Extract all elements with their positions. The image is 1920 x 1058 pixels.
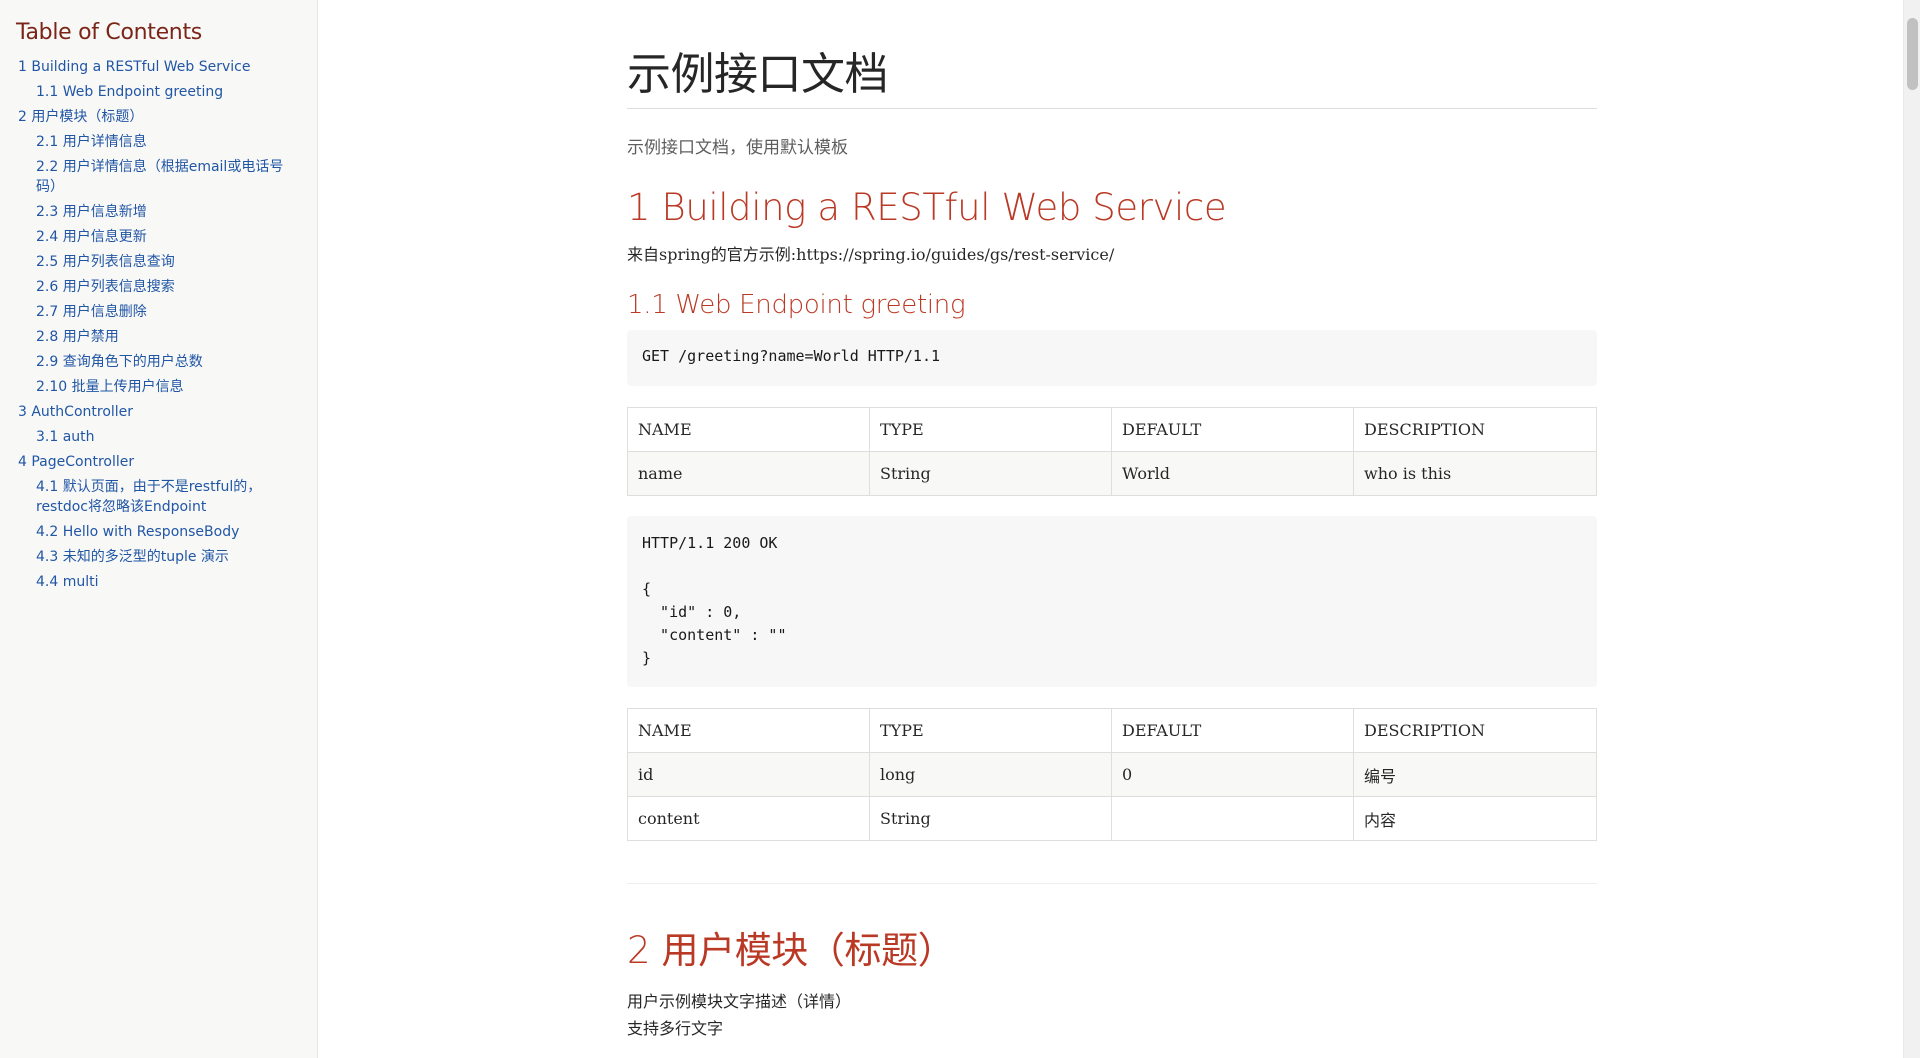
toc-link[interactable]: 2.7 用户信息删除 [16,302,301,322]
response-code-block: HTTP/1.1 200 OK { "id" : 0, "content" : … [627,516,1597,687]
section-1-description: 来自spring的官方示例:https://spring.io/guides/g… [627,245,1115,264]
toc-link[interactable]: 2.2 用户详情信息（根据email或电话号码） [16,157,301,197]
toc-link[interactable]: 3 AuthController [16,402,301,422]
toc-link[interactable]: 2.3 用户信息新增 [16,202,301,222]
page-subtitle: 示例接口文档，使用默认模板 [627,138,848,158]
table-cell: 内容 [1353,796,1597,841]
request-params-table: NAME TYPE DEFAULT DESCRIPTION name Strin… [627,407,1597,496]
toc-link[interactable]: 2.5 用户列表信息查询 [16,252,301,272]
toc-link[interactable]: 4.1 默认页面，由于不是restful的，restdoc将忽略该Endpoin… [16,477,301,517]
request-code-block: GET /greeting?name=World HTTP/1.1 [627,330,1597,386]
toc-link[interactable]: 2.6 用户列表信息搜索 [16,277,301,297]
table-cell: content [627,796,870,841]
table-cell: World [1111,451,1354,496]
toc-link[interactable]: 2 用户模块（标题） [16,107,301,127]
column-header: NAME [627,708,870,753]
table-cell: id [627,752,870,797]
vertical-scrollbar[interactable] [1903,0,1920,1058]
toc-link[interactable]: 4.4 multi [16,572,301,592]
response-fields-table: NAME TYPE DEFAULT DESCRIPTION id long 0 … [627,708,1597,841]
toc-link[interactable]: 2.9 查询角色下的用户总数 [16,352,301,372]
section-1-heading: 1 Building a RESTful Web Service [627,186,1227,229]
table-cell: name [627,451,870,496]
table-row: content String 内容 [627,796,1597,841]
table-cell: String [869,451,1112,496]
table-header-row: NAME TYPE DEFAULT DESCRIPTION [627,708,1597,753]
toc-title: Table of Contents [16,20,202,45]
toc-list: 1 Building a RESTful Web Service 1.1 Web… [16,57,301,592]
table-row: id long 0 编号 [627,752,1597,797]
toc-link[interactable]: 4 PageController [16,452,301,472]
table-cell: long [869,752,1112,797]
section-2-heading: 2 用户模块（标题） [627,929,955,972]
toc-link[interactable]: 4.3 未知的多泛型的tuple 演示 [16,547,301,567]
section-1-1-heading: 1.1 Web Endpoint greeting [627,290,966,320]
toc-link[interactable]: 2.1 用户详情信息 [16,132,301,152]
table-cell: 编号 [1353,752,1597,797]
toc-link[interactable]: 1.1 Web Endpoint greeting [16,82,301,102]
column-header: DESCRIPTION [1353,708,1597,753]
column-header: NAME [627,407,870,452]
table-of-contents: Table of Contents 1 Building a RESTful W… [0,0,318,1058]
toc-link[interactable]: 2.8 用户禁用 [16,327,301,347]
column-header: TYPE [869,708,1112,753]
column-header: DEFAULT [1111,407,1354,452]
column-header: DEFAULT [1111,708,1354,753]
table-cell: String [869,796,1112,841]
section-divider [627,883,1597,884]
table-cell: 0 [1111,752,1354,797]
column-header: DESCRIPTION [1353,407,1597,452]
section-2-description-line-2: 支持多行文字 [627,1019,724,1038]
table-cell [1111,796,1354,841]
toc-link[interactable]: 2.4 用户信息更新 [16,227,301,247]
section-2-description-line-1: 用户示例模块文字描述（详情） [627,992,852,1011]
toc-link[interactable]: 2.10 批量上传用户信息 [16,377,301,397]
toc-link[interactable]: 3.1 auth [16,427,301,447]
page-title: 示例接口文档 [627,0,1597,109]
table-header-row: NAME TYPE DEFAULT DESCRIPTION [627,407,1597,452]
toc-link[interactable]: 4.2 Hello with ResponseBody [16,522,301,542]
toc-link[interactable]: 1 Building a RESTful Web Service [16,57,301,77]
scrollbar-thumb[interactable] [1907,18,1918,90]
column-header: TYPE [869,407,1112,452]
document-content: 示例接口文档 示例接口文档，使用默认模板 1 Building a RESTfu… [627,0,1597,1042]
table-cell: who is this [1353,451,1597,496]
table-row: name String World who is this [627,451,1597,496]
